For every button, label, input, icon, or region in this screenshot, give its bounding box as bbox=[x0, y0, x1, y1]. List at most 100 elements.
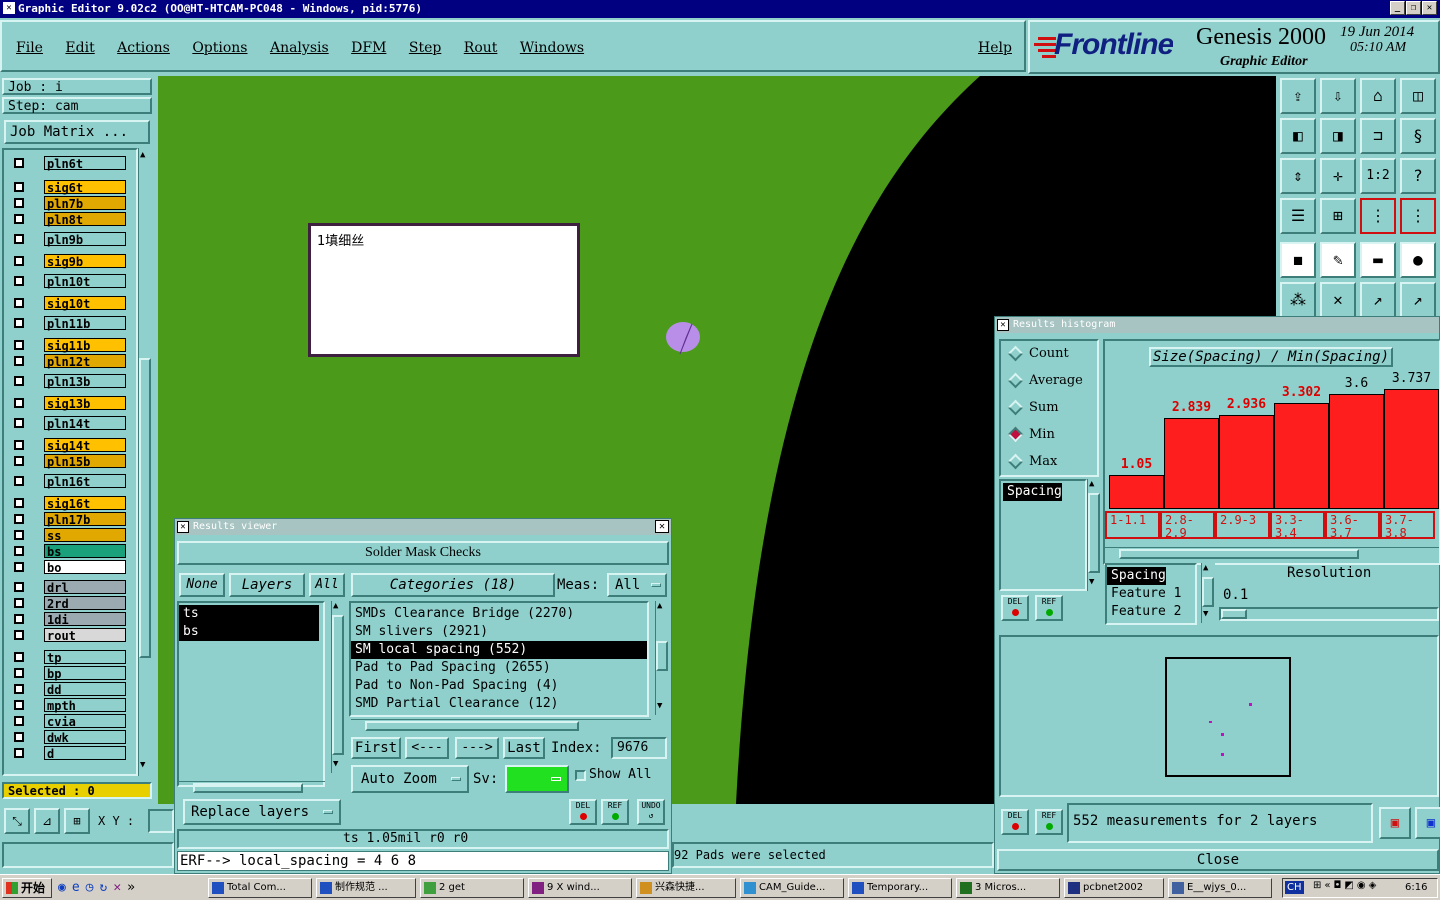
layer-checkbox[interactable] bbox=[14, 498, 24, 508]
layer-row[interactable]: pln10t bbox=[12, 274, 132, 289]
last-button[interactable]: Last bbox=[503, 737, 545, 759]
menu-rout[interactable]: Rout bbox=[464, 40, 498, 56]
histogram-bar[interactable] bbox=[1329, 394, 1384, 509]
option-max[interactable]: Max bbox=[1007, 453, 1057, 471]
pan-right-icon[interactable]: ◨ bbox=[1320, 118, 1356, 154]
layer-row[interactable]: pln13b bbox=[12, 374, 132, 389]
secondary-field-item[interactable]: Feature 1 bbox=[1107, 585, 1195, 603]
menu-options[interactable]: Options bbox=[192, 40, 247, 56]
clock-icon[interactable]: ◷ bbox=[86, 880, 100, 895]
histogram-hscroll[interactable] bbox=[1105, 547, 1439, 559]
scroll-down-arrow-icon[interactable]: ▼ bbox=[657, 701, 662, 711]
task-button[interactable]: 3 Micros... bbox=[956, 878, 1060, 898]
scroll-thumb[interactable] bbox=[1088, 493, 1100, 573]
layer-row[interactable]: rout bbox=[12, 628, 132, 643]
scroll-up-arrow-icon[interactable]: ▲ bbox=[1203, 563, 1208, 573]
hscroll-thumb[interactable] bbox=[193, 783, 303, 793]
layer-checkbox[interactable] bbox=[14, 182, 24, 192]
layer-name[interactable]: sig13b bbox=[44, 396, 126, 411]
task-button[interactable]: E__wjys_0... bbox=[1168, 878, 1272, 898]
layer-row[interactable]: ss bbox=[12, 528, 132, 543]
fill-icon[interactable]: ◼ bbox=[1280, 242, 1316, 278]
category-list-item[interactable]: SM slivers (2921) bbox=[351, 623, 647, 641]
category-list-item[interactable]: SMDs Clearance Bridge (2270) bbox=[351, 605, 647, 623]
option-average[interactable]: Average bbox=[1007, 372, 1083, 390]
snap-icon[interactable]: ⊞ bbox=[64, 808, 90, 834]
filter-alt-icon[interactable]: ⋮ bbox=[1400, 198, 1436, 234]
task-button[interactable]: CAM_Guide... bbox=[740, 878, 844, 898]
layers-scrollbar[interactable]: ▲ ▼ bbox=[331, 601, 345, 773]
export-alt-icon[interactable]: ▣ bbox=[1415, 807, 1440, 839]
task-button[interactable]: 兴森快捷... bbox=[636, 878, 736, 898]
scroll-down-arrow-icon[interactable]: ▼ bbox=[140, 760, 145, 770]
layer-row[interactable]: pln6t bbox=[12, 156, 132, 171]
layer-row[interactable]: sig9b bbox=[12, 254, 132, 269]
categories-hscroll[interactable] bbox=[351, 719, 651, 731]
scroll-thumb[interactable] bbox=[332, 615, 344, 755]
hist-ref-button[interactable]: REF bbox=[1035, 595, 1063, 621]
layer-name[interactable]: d bbox=[44, 746, 126, 761]
task-button[interactable]: Temporary... bbox=[848, 878, 952, 898]
layout-icon[interactable]: ◫ bbox=[1400, 78, 1436, 114]
prev-button[interactable]: <--- bbox=[405, 737, 449, 759]
measure-icon[interactable]: ⊿ bbox=[34, 808, 60, 834]
step-down-icon[interactable]: ⇩ bbox=[1320, 78, 1356, 114]
task-button[interactable]: 9 X wind... bbox=[528, 878, 632, 898]
layer-name[interactable]: pln10t bbox=[44, 274, 126, 289]
scroll-down-arrow-icon[interactable]: ▼ bbox=[333, 759, 338, 769]
category-list-item[interactable]: SMD Partial Clearance (12) bbox=[351, 695, 647, 713]
layer-name[interactable]: pln8t bbox=[44, 212, 126, 227]
del-button[interactable]: DEL bbox=[569, 799, 597, 825]
layers-button[interactable]: Layers bbox=[229, 573, 305, 597]
scroll-down-arrow-icon[interactable]: ▼ bbox=[1203, 609, 1208, 619]
secondary-field-item[interactable]: Spacing bbox=[1107, 567, 1166, 585]
layer-name[interactable]: pln12t bbox=[44, 354, 126, 369]
close-button[interactable]: ✕ bbox=[1422, 1, 1437, 15]
scroll-up-arrow-icon[interactable]: ▲ bbox=[1089, 479, 1094, 489]
layer-checkbox[interactable] bbox=[14, 668, 24, 678]
preview-del-button[interactable]: DEL bbox=[1001, 809, 1029, 835]
scroll-up-arrow-icon[interactable]: ▲ bbox=[140, 150, 145, 160]
layer-row[interactable]: sig13b bbox=[12, 396, 132, 411]
layer-name[interactable]: pln14t bbox=[44, 416, 126, 431]
layer-name[interactable]: sig14t bbox=[44, 438, 126, 453]
layer-name[interactable]: cvia bbox=[44, 714, 126, 729]
rotate-icon[interactable]: § bbox=[1400, 118, 1436, 154]
export-icon[interactable]: ▣ bbox=[1379, 807, 1411, 839]
ruler-icon[interactable]: ▬ bbox=[1360, 242, 1396, 278]
layer-checkbox[interactable] bbox=[14, 598, 24, 608]
layer-checkbox[interactable] bbox=[14, 318, 24, 328]
ie-icon[interactable]: e bbox=[72, 880, 86, 895]
layer-name[interactable]: ss bbox=[44, 528, 126, 543]
layer-row[interactable]: pln15b bbox=[12, 454, 132, 469]
hscroll-thumb[interactable] bbox=[365, 721, 579, 731]
layer-name[interactable]: pln13b bbox=[44, 374, 126, 389]
layer-name[interactable]: bs bbox=[44, 544, 126, 559]
zoom-area-icon[interactable]: ⤡ bbox=[4, 808, 30, 834]
histogram-bar[interactable] bbox=[1109, 475, 1164, 509]
layer-checkbox[interactable] bbox=[14, 716, 24, 726]
layer-row[interactable]: sig11b bbox=[12, 338, 132, 353]
window-menu-icon[interactable]: ✕ bbox=[997, 319, 1009, 331]
categories-scrollbar[interactable]: ▲ ▼ bbox=[655, 601, 669, 715]
layer-name[interactable]: mpth bbox=[44, 698, 126, 713]
task-button[interactable]: pcbnet2002 bbox=[1064, 878, 1164, 898]
layer-row[interactable]: dd bbox=[12, 682, 132, 697]
field-list-item[interactable]: Spacing bbox=[1003, 483, 1062, 501]
secondary-field-list[interactable]: Spacing Feature 1 Feature 2 bbox=[1105, 563, 1197, 625]
task-button[interactable]: 制作规范 ... bbox=[316, 878, 416, 898]
preview-ref-button[interactable]: REF bbox=[1035, 809, 1063, 835]
next-button[interactable]: ---> bbox=[455, 737, 499, 759]
close-histogram-button[interactable]: Close bbox=[997, 849, 1439, 871]
layer-row[interactable]: 2rd bbox=[12, 596, 132, 611]
task-button[interactable]: Total Com... bbox=[208, 878, 312, 898]
resolution-slider[interactable] bbox=[1219, 607, 1439, 621]
scroll-thumb[interactable] bbox=[1202, 577, 1214, 607]
show-all-checkbox[interactable] bbox=[575, 770, 586, 781]
layer-row[interactable]: sig6t bbox=[12, 180, 132, 195]
connect-alt-icon[interactable]: ↗ bbox=[1400, 282, 1436, 318]
scroll-down-arrow-icon[interactable]: ▼ bbox=[1089, 577, 1094, 587]
menu-step[interactable]: Step bbox=[409, 40, 441, 56]
minimize-button[interactable]: _ bbox=[1390, 1, 1405, 15]
index-input[interactable]: 9676 bbox=[611, 737, 667, 759]
